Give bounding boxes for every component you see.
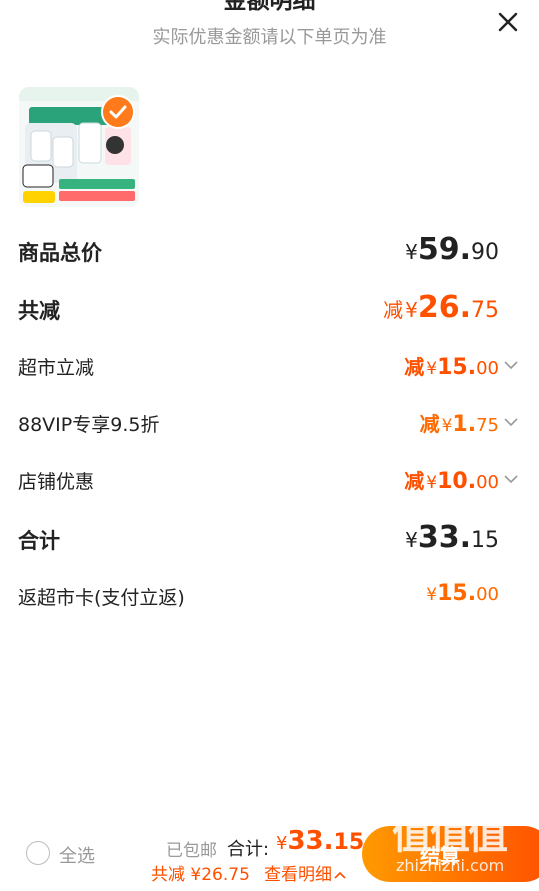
select-all-toggle[interactable]: 全选	[26, 841, 126, 869]
discount-row-supermarket[interactable]: 超市立减 减 ¥15.00	[0, 350, 539, 382]
discount-row-vip[interactable]: 88VIP专享9.5折 减 ¥1.75	[0, 407, 539, 439]
close-button[interactable]	[494, 8, 522, 36]
chevron-up-icon	[334, 871, 346, 879]
supermarket-label: 超市立减	[18, 357, 95, 379]
total-reduce-row: 共减 减 ¥26.75	[0, 290, 539, 330]
supermarket-value: 减 ¥15.00	[404, 355, 499, 380]
total-reduce-label: 共减	[18, 299, 60, 323]
sum-value: ¥33.15	[405, 520, 499, 555]
shipping-status: 已包邮	[166, 841, 217, 861]
selected-checkbox[interactable]	[101, 95, 135, 129]
goods-total-row: 商品总价 ¥59.90	[0, 232, 539, 272]
bottom-total-label: 合计:	[227, 839, 270, 860]
page-subtitle: 实际优惠金额请以下单页为准	[152, 27, 387, 48]
chevron-down-icon[interactable]	[503, 471, 519, 487]
bottom-saved-amount: 共减 ¥26.75	[151, 865, 250, 885]
sum-label: 合计	[18, 529, 60, 553]
store-value: 减 ¥10.00	[404, 469, 499, 494]
product-thumbnail[interactable]	[19, 87, 139, 207]
total-reduce-value: 减 ¥26.75	[383, 290, 499, 325]
select-all-label: 全选	[59, 846, 95, 867]
cashback-value: ¥15.00	[426, 581, 499, 606]
chevron-down-icon[interactable]	[503, 357, 519, 373]
chevron-down-icon[interactable]	[503, 414, 519, 430]
vip-label: 88VIP专享9.5折	[18, 414, 160, 436]
bottom-total-value: ¥33.15	[276, 826, 365, 856]
page-title: 金额明细	[223, 0, 316, 14]
sum-row: 合计 ¥33.15	[0, 520, 539, 560]
checkout-button[interactable]: 结算	[362, 826, 539, 882]
radio-icon[interactable]	[26, 841, 50, 865]
discount-row-store[interactable]: 店铺优惠 减 ¥10.00	[0, 464, 539, 496]
cashback-label: 返超市卡(支付立返)	[18, 587, 185, 609]
vip-value: 减 ¥1.75	[419, 412, 499, 437]
store-label: 店铺优惠	[18, 471, 95, 493]
goods-total-label: 商品总价	[18, 241, 102, 265]
view-detail-link[interactable]: 查看明细	[264, 860, 346, 885]
check-icon	[109, 105, 127, 119]
bottom-bar: 全选 已包邮 合计: ¥33.15 共减 ¥26.75 查看明细 结算	[0, 810, 539, 891]
goods-total-value: ¥59.90	[405, 232, 499, 267]
close-icon	[498, 12, 518, 32]
cashback-row: 返超市卡(支付立返) ¥15.00	[0, 580, 539, 612]
